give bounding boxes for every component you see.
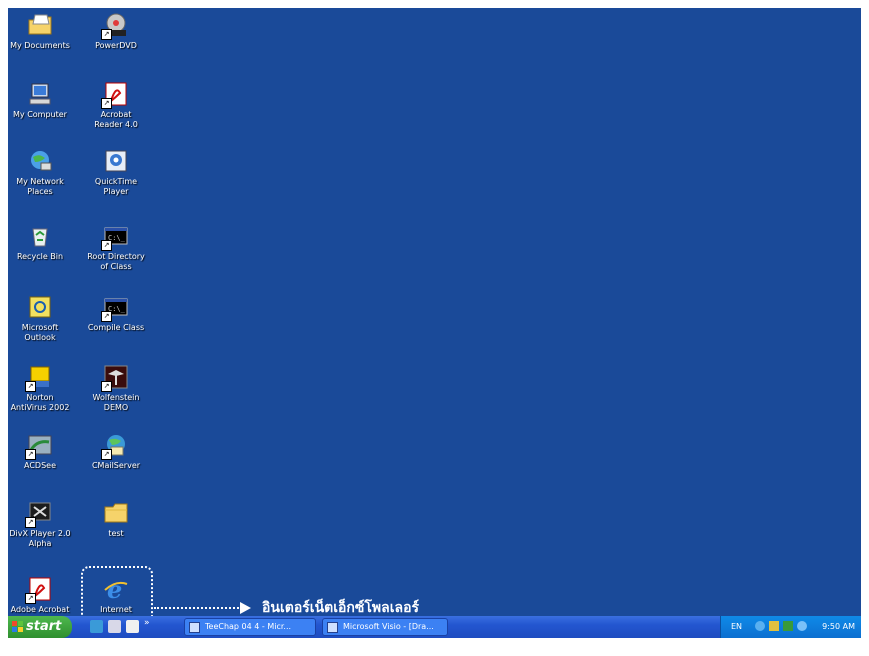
quicktime-icon	[103, 148, 129, 174]
acdsee-shortcut[interactable]: ↗ ACDSee	[8, 432, 72, 471]
windows-flag-icon	[12, 621, 23, 632]
divx-icon: ↗	[25, 500, 53, 528]
task-button-word[interactable]: TeeChap 04 4 - Micr...	[184, 618, 316, 636]
network-tray-icon[interactable]	[755, 621, 765, 631]
my-computer-shortcut[interactable]: My Computer	[8, 81, 72, 120]
microsoft-outlook-shortcut[interactable]: Microsoft Outlook	[8, 294, 72, 343]
start-label: start	[26, 619, 62, 634]
desktop: My Documents My Computer My Network Plac…	[8, 8, 861, 638]
volume-tray-icon[interactable]	[769, 621, 779, 631]
recycle-bin-shortcut[interactable]: Recycle Bin	[8, 223, 72, 262]
acrobat-icon: ↗	[101, 81, 129, 109]
system-tray: EN 9:50 AM	[720, 616, 861, 638]
cmailserver-shortcut[interactable]: ↗ CMailServer	[84, 432, 148, 471]
powerdvd-shortcut[interactable]: ↗ PowerDVD	[84, 12, 148, 51]
callout-connector-line	[154, 607, 242, 609]
messenger-tray-icon[interactable]	[797, 621, 807, 631]
compile-class-shortcut[interactable]: C:\_ ↗ Compile Class	[84, 294, 148, 333]
wolfenstein-icon: ↗	[101, 364, 129, 392]
quicklaunch-document-icon[interactable]	[126, 620, 139, 633]
clock[interactable]: 9:50 AM	[822, 616, 855, 638]
acrobat-icon: ↗	[25, 576, 53, 604]
quicktime-player-shortcut[interactable]: QuickTime Player	[84, 148, 148, 197]
antivirus-tray-icon[interactable]	[783, 621, 793, 631]
console-icon: C:\_ ↗	[101, 294, 129, 322]
taskbar: start » TeeChap 04 4 - Micr... Microsoft…	[8, 616, 861, 638]
callout-arrow-icon	[240, 602, 251, 614]
quicklaunch-ie-icon[interactable]	[90, 620, 103, 633]
word-document-icon	[189, 622, 200, 633]
outlook-icon	[27, 294, 53, 320]
quicklaunch-desktop-icon[interactable]	[108, 620, 121, 633]
norton-icon: ↗	[25, 364, 53, 392]
console-icon: C:\_ ↗	[101, 223, 129, 251]
visio-icon	[327, 622, 338, 633]
mailserver-icon: ↗	[101, 432, 129, 460]
computer-icon	[27, 81, 53, 107]
my-documents-shortcut[interactable]: My Documents	[8, 12, 72, 51]
my-network-places-shortcut[interactable]: My Network Places	[8, 148, 72, 197]
task-button-visio[interactable]: Microsoft Visio - [Dra...	[322, 618, 448, 636]
start-button[interactable]: start	[8, 616, 72, 638]
network-icon	[27, 148, 53, 174]
test-folder[interactable]: test	[84, 500, 148, 539]
folder-icon	[103, 500, 129, 526]
powerdvd-icon: ↗	[101, 12, 129, 40]
language-indicator[interactable]: EN	[731, 616, 742, 638]
recycle-bin-icon	[27, 223, 53, 249]
norton-antivirus-shortcut[interactable]: ↗ Norton AntiVirus 2002	[8, 364, 72, 413]
folder-documents-icon	[27, 12, 53, 38]
acdsee-icon: ↗	[25, 432, 53, 460]
root-directory-shortcut[interactable]: C:\_ ↗ Root Directory of Class	[84, 223, 148, 272]
divx-player-shortcut[interactable]: ↗ DivX Player 2.0 Alpha	[8, 500, 72, 549]
acrobat-reader-shortcut[interactable]: ↗ Acrobat Reader 4.0	[84, 81, 148, 130]
quicklaunch-expand-icon[interactable]: »	[144, 618, 150, 628]
wolfenstein-demo-shortcut[interactable]: ↗ Wolfenstein DEMO	[84, 364, 148, 413]
